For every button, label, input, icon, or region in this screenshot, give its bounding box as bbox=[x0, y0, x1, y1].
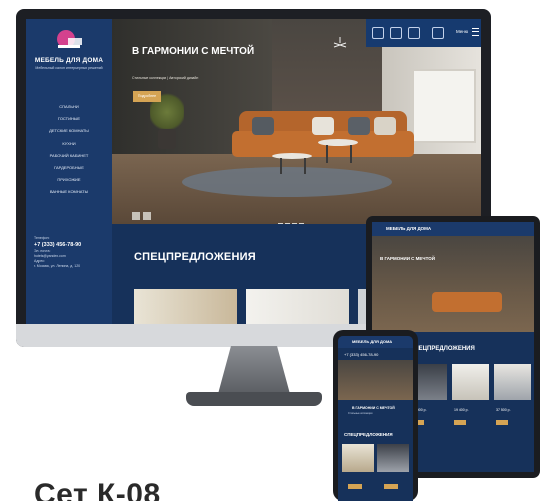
hero-pillow bbox=[374, 117, 396, 135]
cart-icon[interactable] bbox=[432, 27, 444, 39]
phone-contact-number[interactable]: +7 (333) 456-78-90 bbox=[344, 352, 378, 357]
slider-dots bbox=[278, 213, 306, 224]
product-title: Сет К-08 bbox=[34, 478, 161, 501]
table-leg bbox=[304, 158, 306, 174]
hero-plant-pot bbox=[158, 129, 176, 149]
phone-header: МЕБЕЛЬ ДЛЯ ДОМА bbox=[338, 336, 413, 348]
compare-icon[interactable] bbox=[408, 27, 420, 39]
tablet-header: МЕБЕЛЬ ДЛЯ ДОМА bbox=[372, 222, 534, 236]
tablet-buy-button[interactable] bbox=[454, 420, 466, 425]
tablet-logo-text[interactable]: МЕБЕЛЬ ДЛЯ ДОМА bbox=[386, 226, 431, 231]
phone-device: МЕБЕЛЬ ДЛЯ ДОМА +7 (333) 456-78-90 В ГАР… bbox=[333, 330, 418, 501]
nav-item-hallways[interactable]: ПРИХОЖИЕ bbox=[26, 174, 112, 186]
hero-coffee-table bbox=[318, 139, 358, 146]
table-leg bbox=[280, 158, 282, 174]
slider-dot[interactable] bbox=[292, 223, 297, 224]
hamburger-menu-icon[interactable] bbox=[472, 28, 479, 36]
monitor-stand-neck bbox=[218, 346, 290, 394]
phone-buy-button[interactable] bbox=[348, 484, 362, 489]
slider-dot[interactable] bbox=[278, 223, 283, 224]
sidebar: МЕБЕЛЬ ДЛЯ ДОМА Мебельный салон интерьер… bbox=[26, 19, 112, 324]
phone-screen: МЕБЕЛЬ ДЛЯ ДОМА +7 (333) 456-78-90 В ГАР… bbox=[338, 336, 413, 501]
slider-prev-button[interactable] bbox=[132, 212, 140, 220]
product-card-image[interactable] bbox=[134, 289, 237, 324]
hero-side-table bbox=[272, 153, 312, 159]
tablet-buy-button[interactable] bbox=[496, 420, 508, 425]
nav-item-wardrobes[interactable]: ГАРДЕРОБНЫЕ bbox=[26, 162, 112, 174]
nav-item-bathrooms[interactable]: ВАННЫЕ КОМНАТЫ bbox=[26, 186, 112, 198]
nav-item-kitchens[interactable]: КУХНИ bbox=[26, 138, 112, 150]
hero-pillow bbox=[312, 117, 334, 135]
tablet-price: 19 400 р. bbox=[454, 408, 469, 412]
nav-item-office[interactable]: РАБОЧИЙ КАБИНЕТ bbox=[26, 150, 112, 162]
phone-product-card[interactable] bbox=[377, 444, 409, 472]
phone-hero-image bbox=[338, 360, 413, 400]
phone-hero-title: В ГАРМОНИИ С МЕЧТОЙ bbox=[352, 406, 395, 410]
phone-hero-subtitle: Стильные коллекции bbox=[348, 412, 373, 415]
hero-more-button[interactable]: Подробнее bbox=[133, 91, 161, 102]
tablet-hero-sofa bbox=[432, 292, 502, 312]
phone-buy-button[interactable] bbox=[384, 484, 398, 489]
table-leg bbox=[326, 145, 328, 163]
phone-number[interactable]: +7 (333) 456-78-90 bbox=[34, 241, 108, 249]
hero-pillow bbox=[252, 117, 274, 135]
top-toolbar: Меню bbox=[366, 19, 481, 47]
slider-next-button[interactable] bbox=[143, 212, 151, 220]
nav-item-living-rooms[interactable]: ГОСТИНЫЕ bbox=[26, 113, 112, 125]
sidebar-nav: СПАЛЬНИ ГОСТИНЫЕ ДЕТСКИЕ КОМНАТЫ КУХНИ Р… bbox=[26, 101, 112, 199]
hero-subtitle: Стильные коллекции | Авторский дизайн bbox=[132, 76, 199, 80]
user-icon[interactable] bbox=[390, 27, 402, 39]
tablet-product-card[interactable] bbox=[494, 364, 531, 400]
hero-window bbox=[412, 69, 476, 143]
monitor-stand-foot bbox=[186, 392, 322, 406]
specials-title: СПЕЦПРЕДЛОЖЕНИЯ bbox=[134, 251, 256, 263]
hero-title: В ГАРМОНИИ С МЕЧТОЙ bbox=[132, 46, 255, 57]
contact-block: Телефон: +7 (333) 456-78-90 Эл. почта: h… bbox=[34, 236, 108, 269]
logo-subtitle: Мебельный салон интерьерных решений bbox=[35, 66, 103, 70]
tablet-product-card[interactable] bbox=[452, 364, 489, 400]
hero-rug bbox=[182, 167, 392, 197]
nav-item-bedrooms[interactable]: СПАЛЬНИ bbox=[26, 101, 112, 113]
product-card-image[interactable] bbox=[246, 289, 349, 324]
slider-arrows bbox=[132, 207, 154, 224]
search-icon[interactable] bbox=[372, 27, 384, 39]
pendant-lamp-icon bbox=[333, 37, 347, 48]
hero-banner: В ГАРМОНИИ С МЕЧТОЙ Стильные коллекции |… bbox=[112, 19, 481, 224]
slider-dot[interactable] bbox=[299, 223, 304, 224]
tablet-hero-title: В ГАРМОНИИ С МЕЧТОЙ bbox=[380, 256, 435, 261]
phone-logo-text[interactable]: МЕБЕЛЬ ДЛЯ ДОМА bbox=[352, 339, 392, 344]
address-text: г. Москва, ул. Ленина, д. 120 bbox=[34, 264, 81, 268]
slider-dot[interactable] bbox=[285, 223, 290, 224]
phone-product-card[interactable] bbox=[342, 444, 374, 472]
nav-item-kids-rooms[interactable]: ДЕТСКИЕ КОМНАТЫ bbox=[26, 125, 112, 137]
tablet-hero: В ГАРМОНИИ С МЕЧТОЙ bbox=[372, 236, 534, 332]
tablet-price: 37 500 р. bbox=[496, 408, 511, 412]
tablet-specials-title: СПЕЦПРЕДЛОЖЕНИЯ bbox=[410, 346, 475, 352]
phone-specials-title: СПЕЦПРЕДЛОЖЕНИЯ bbox=[344, 432, 393, 437]
menu-label[interactable]: Меню bbox=[456, 29, 468, 34]
hero-pillow bbox=[348, 117, 370, 135]
logo-icon bbox=[57, 30, 82, 48]
table-leg bbox=[350, 145, 352, 163]
logo-text[interactable]: МЕБЕЛЬ ДЛЯ ДОМА bbox=[26, 57, 112, 64]
